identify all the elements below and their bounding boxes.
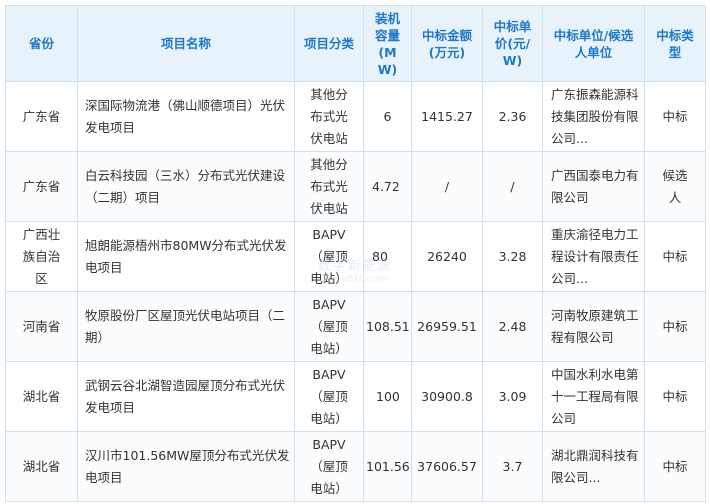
- cell-province: 湖北省: [5, 361, 78, 432]
- cell-winning-unit: 重庆渝径电力工程设计有限责任公司...: [542, 221, 645, 292]
- cell-bid-type: 中标: [644, 81, 706, 152]
- cell-capacity: 108.51: [363, 291, 412, 362]
- table-row: 广东省 深国际物流港（佛山顺德项目）光伏发电项目 其他分布式光伏电站 6 141…: [5, 81, 706, 152]
- cell-bid-amount: 26240: [411, 221, 483, 292]
- cell-project-category: BAPV（屋顶电站）: [294, 431, 364, 502]
- cell-province: 湖北省: [5, 431, 78, 502]
- cell-project-name: 牧原股份厂区屋顶光伏电站项目（二期）: [77, 291, 295, 362]
- cell-unit-price: 2.48: [482, 291, 543, 362]
- header-project-category: 项目分类: [294, 5, 364, 82]
- cell-capacity: 100: [363, 361, 412, 432]
- cell-province: 广东省: [5, 151, 78, 222]
- cell-unit-price: /: [482, 151, 543, 222]
- cell-unit-price: 3.28: [482, 221, 543, 292]
- header-project-name: 项目名称: [77, 5, 295, 82]
- bid-results-table: 省份 项目名称 项目分类 装机容量(MW) 中标金额(万元) 中标单价(元/W)…: [5, 5, 706, 502]
- cell-province: 河南省: [5, 291, 78, 362]
- header-bid-type: 中标类型: [644, 5, 706, 82]
- cell-bid-amount: 37606.57: [411, 431, 483, 502]
- cell-bid-type: 中标: [644, 361, 706, 432]
- table-header: 省份 项目名称 项目分类 装机容量(MW) 中标金额(万元) 中标单价(元/W)…: [5, 5, 706, 82]
- cell-project-category: 其他分布式光伏电站: [294, 81, 364, 152]
- cell-bid-type: 候选人: [644, 151, 706, 222]
- table-row: 广西壮族自治区 旭朗能源梧州市80MW分布式光伏发电项目 BAPV（屋顶电站） …: [5, 221, 706, 292]
- cell-capacity: 101.56: [363, 431, 412, 502]
- cell-bid-amount: 26959.51: [411, 291, 483, 362]
- cell-capacity: 80: [363, 221, 412, 292]
- cell-project-category: BAPV（屋顶电站）: [294, 221, 364, 292]
- cell-winning-unit: 河南牧原建筑工程有限公司: [542, 291, 645, 362]
- cell-unit-price: 2.36: [482, 81, 543, 152]
- cell-capacity: 6: [363, 81, 412, 152]
- cell-unit-price: 3.09: [482, 361, 543, 432]
- cell-province: 广西壮族自治区: [5, 221, 78, 292]
- cell-winning-unit: 中国水利水电第十一工程局有限公司: [542, 361, 645, 432]
- cell-bid-type: 中标: [644, 431, 706, 502]
- cell-bid-amount: 30900.8: [411, 361, 483, 432]
- cell-bid-type: 中标: [644, 291, 706, 362]
- cell-project-name: 旭朗能源梧州市80MW分布式光伏发电项目: [77, 221, 295, 292]
- cell-project-name: 深国际物流港（佛山顺德项目）光伏发电项目: [77, 81, 295, 152]
- table-row: 河南省 牧原股份厂区屋顶光伏电站项目（二期） BAPV（屋顶电站） 108.51…: [5, 291, 706, 362]
- cell-project-category: 其他分布式光伏电站: [294, 151, 364, 222]
- cell-province: 广东省: [5, 81, 78, 152]
- header-capacity: 装机容量(MW): [363, 5, 412, 82]
- cell-project-name: 武钢云谷北湖智造园屋顶分布式光伏发电项目: [77, 361, 295, 432]
- cell-project-name: 汉川市101.56MW屋顶分布式光伏发电项目: [77, 431, 295, 502]
- cell-winning-unit: 广东振森能源科技集团股份有限公司...: [542, 81, 645, 152]
- cell-bid-amount: 1415.27: [411, 81, 483, 152]
- table-row: 湖北省 汉川市101.56MW屋顶分布式光伏发电项目 BAPV（屋顶电站） 10…: [5, 431, 706, 502]
- cell-capacity: 4.72: [363, 151, 412, 222]
- cell-project-category: BAPV（屋顶电站）: [294, 291, 364, 362]
- cell-bid-amount: /: [411, 151, 483, 222]
- cell-bid-type: 中标: [644, 221, 706, 292]
- header-winning-unit: 中标单位/候选人单位: [542, 5, 645, 82]
- cell-winning-unit: 广西国泰电力有限公司: [542, 151, 645, 222]
- header-bid-amount: 中标金额(万元): [411, 5, 483, 82]
- cell-project-category: BAPV（屋顶电站）: [294, 361, 364, 432]
- header-unit-price: 中标单价(元/W): [482, 5, 543, 82]
- header-province: 省份: [5, 5, 78, 82]
- cell-winning-unit: 湖北鼎润科技有限公司...: [542, 431, 645, 502]
- cell-unit-price: 3.7: [482, 431, 543, 502]
- table-row: 广东省 白云科技园（三水）分布式光伏建设（二期）项目 其他分布式光伏电站 4.7…: [5, 151, 706, 222]
- cell-project-name: 白云科技园（三水）分布式光伏建设（二期）项目: [77, 151, 295, 222]
- table-row: 湖北省 武钢云谷北湖智造园屋顶分布式光伏发电项目 BAPV（屋顶电站） 100 …: [5, 361, 706, 432]
